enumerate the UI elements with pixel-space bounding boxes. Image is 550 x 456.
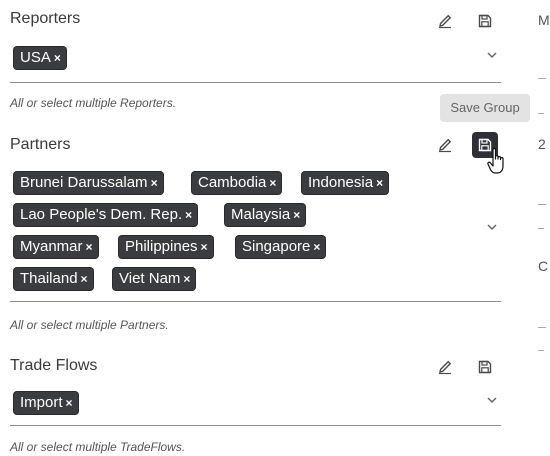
chip-reporter-usa: USA × (14, 47, 66, 69)
adjacent-panel-fragment: C (538, 258, 549, 274)
chevron-down-icon[interactable] (485, 393, 499, 407)
partners-hint: All or select multiple Partners. (10, 318, 169, 332)
close-icon[interactable]: × (66, 396, 73, 410)
close-icon[interactable]: × (183, 272, 190, 286)
reporters-hint: All or select multiple Reporters. (10, 96, 177, 110)
reporters-select[interactable]: USA × (10, 40, 501, 83)
chip-partner-myanmar: Myanmar × (14, 236, 98, 258)
chip-partner-cambodia: Cambodia × (192, 172, 282, 194)
chip-label: Cambodia (198, 174, 267, 191)
close-icon[interactable]: × (81, 272, 88, 286)
close-icon[interactable]: × (269, 176, 276, 190)
adjacent-panel-fragment: 2 (538, 136, 546, 152)
pencil-icon (439, 14, 452, 29)
chip-partner-brunei: Brunei Darussalam × (14, 172, 163, 194)
chip-label: Malaysia (231, 206, 291, 223)
divider (538, 327, 546, 328)
adjacent-panel-fragment: M (538, 12, 550, 28)
chip-partner-singapore: Singapore × (236, 236, 326, 258)
trade-flows-select[interactable]: Import × (10, 385, 501, 426)
chevron-down-icon[interactable] (485, 220, 499, 234)
close-icon[interactable]: × (151, 176, 158, 190)
reporters-label: Reporters (10, 10, 81, 27)
chip-label: Philippines (125, 238, 198, 255)
chip-label: Import (20, 394, 63, 411)
filter-panel: Reporters USA × All or select multiple R… (0, 0, 550, 456)
close-icon[interactable]: × (185, 208, 192, 222)
chip-label: Singapore (242, 238, 311, 255)
floppy-disk-icon (478, 360, 492, 374)
pencil-icon (439, 360, 452, 375)
chip-partner-lao: Lao People's Dem. Rep. × (14, 204, 198, 226)
chevron-down-icon[interactable] (485, 48, 499, 62)
chip-partner-philippines: Philippines × (119, 236, 213, 258)
reporters-edit-button[interactable] (432, 8, 458, 34)
close-icon[interactable]: × (376, 176, 383, 190)
chip-partner-indonesia: Indonesia × (302, 172, 389, 194)
close-icon[interactable]: × (54, 51, 61, 65)
chip-label: Indonesia (308, 174, 374, 191)
chip-partner-malaysia: Malaysia × (225, 204, 306, 226)
divider (538, 350, 544, 351)
floppy-disk-icon (478, 14, 492, 28)
partners-label: Partners (10, 136, 71, 153)
close-icon[interactable]: × (86, 240, 93, 254)
chip-label: Thailand (20, 270, 78, 287)
divider (538, 228, 544, 229)
chip-trade-flow-import: Import × (14, 392, 78, 414)
chip-label: Myanmar (20, 238, 83, 255)
hand-cursor-icon (487, 147, 504, 174)
partners-edit-button[interactable] (432, 132, 458, 158)
reporters-save-button[interactable] (472, 8, 498, 34)
trade-flows-hint: All or select multiple TradeFlows. (10, 440, 186, 454)
trade-flows-save-button[interactable] (472, 354, 498, 380)
adjacent-panel-edge: M 2 C (536, 0, 550, 456)
trade-flows-edit-button[interactable] (432, 354, 458, 380)
chip-label: Viet Nam (119, 270, 181, 287)
divider (538, 113, 544, 114)
chip-partner-viet-nam: Viet Nam × (113, 268, 196, 290)
divider (538, 78, 546, 79)
chip-partner-thailand: Thailand × (14, 268, 93, 290)
pencil-icon (439, 138, 452, 153)
divider (538, 204, 546, 205)
close-icon[interactable]: × (313, 240, 320, 254)
chip-label: Lao People's Dem. Rep. (20, 206, 183, 223)
partners-select[interactable]: Brunei Darussalam × Cambodia × Indonesia × … (10, 166, 501, 302)
save-group-tooltip: Save Group (440, 94, 530, 122)
chip-label: USA (20, 49, 51, 66)
chip-label: Brunei Darussalam (20, 174, 148, 191)
close-icon[interactable]: × (201, 240, 208, 254)
trade-flows-label: Trade Flows (10, 357, 98, 374)
close-icon[interactable]: × (293, 208, 300, 222)
